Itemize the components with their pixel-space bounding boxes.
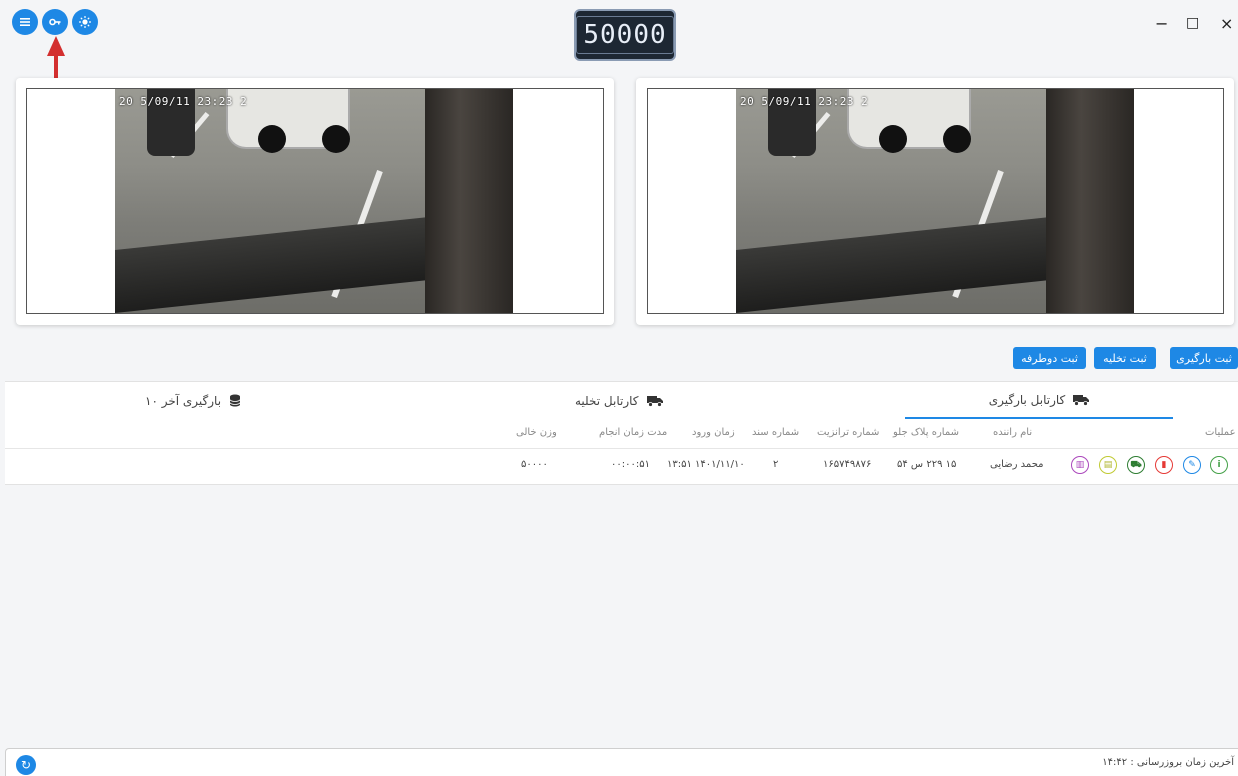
tab-label: کارتابل تخلیه [575,393,639,408]
trash-icon: ▮ [1161,460,1167,470]
info-icon: i [1217,460,1221,470]
col-header-duration: مدت زمان انجام [599,427,668,438]
print-button[interactable]: ▥ [1071,456,1089,474]
pencil-icon: ✎ [1188,460,1196,470]
cell-plate: ۱۵ ۲۲۹ س ۵۴ [897,459,957,470]
tab-last-10-loadings[interactable]: ۱۰ بارگیری آخر [145,382,285,419]
annotation-arrow-head [47,36,65,56]
camera-timestamp-left: 20 5/09/11 23:23 2 [119,95,248,108]
col-header-operations: عملیات [1205,427,1236,438]
database-icon [229,394,241,407]
col-header-document: شماره سند [752,427,800,438]
camera-feed-right: 20 5/09/11 23:23 2 [736,89,1134,313]
document-button[interactable]: ▤ [1099,456,1117,474]
clipboard-icon: ▥ [1075,460,1085,470]
tab-loading-cartable[interactable]: کارتابل بارگیری [905,382,1173,419]
edit-button[interactable]: ✎ [1183,456,1201,474]
cell-document: ۲ [773,459,779,470]
status-bar: ↻ آخرین زمان بروزرسانی : ۱۴:۴۲ [5,748,1238,776]
document-icon: ▤ [1103,460,1113,470]
last-update-label: آخرین زمان بروزرسانی : [1130,757,1234,768]
camera-feed-left: 20 5/09/11 23:23 2 [115,89,513,313]
cell-entry-time: ۱۳:۵۱ ۱۴۰۱/۱۱/۱۰ [667,459,745,470]
refresh-icon: ↻ [20,758,32,772]
col-header-entry-time: زمان ورود [692,427,735,438]
key-icon [49,18,61,26]
sun-icon [79,16,91,28]
maximize-button[interactable]: □ [1186,15,1199,31]
scale-value: 50000 [576,16,674,54]
key-button[interactable] [42,9,68,35]
close-button[interactable]: × [1220,14,1233,33]
loading-table: عملیات نام راننده شماره پلاک جلو شماره ت… [5,419,1238,485]
register-unloading-button[interactable]: ثبت تخلیه [1094,347,1156,369]
tab-unloading-cartable[interactable]: کارتابل تخلیه [575,382,675,419]
scale-display: 50000 [574,9,676,61]
cell-transit: ۱۶۵۷۴۹۸۷۶ [823,459,872,470]
camera-frame-left: 20 5/09/11 23:23 2 [26,88,604,314]
truck-small-icon: ⛟ [1130,459,1142,470]
camera-frame-right: 20 5/09/11 23:23 2 [647,88,1224,314]
col-header-transit: شماره ترانزیت [817,427,880,438]
col-header-empty-weight: وزن خالی [516,427,557,438]
cell-empty-weight: ۵۰۰۰۰ [521,459,548,470]
camera-card-left: 20 5/09/11 23:23 2 [16,78,614,325]
menu-icon [20,18,30,26]
delete-button[interactable]: ▮ [1155,456,1173,474]
menu-button[interactable] [12,9,38,35]
cell-duration: ۰۰:۰۰:۵۱ [611,459,650,470]
last-update-time: ۱۴:۴۲ [1102,757,1128,768]
brightness-button[interactable] [72,9,98,35]
minimize-button[interactable]: − [1155,14,1168,33]
tab-bar: ۱۰ بارگیری آخر کارتابل تخلیه کارتابل بار… [5,381,1238,420]
last-update: آخرین زمان بروزرسانی : ۱۴:۴۲ [1102,757,1234,768]
camera-card-right: 20 5/09/11 23:23 2 [636,78,1234,325]
truck-action-button[interactable]: ⛟ [1127,456,1145,474]
camera-timestamp-right: 20 5/09/11 23:23 2 [740,95,869,108]
col-header-driver: نام راننده [993,427,1033,438]
info-button[interactable]: i [1210,456,1228,474]
truck-loading-icon [1073,394,1090,406]
tab-label: کارتابل بارگیری [988,392,1066,407]
register-two-way-button[interactable]: ثبت دوطرفه [1013,347,1086,369]
register-loading-button[interactable]: ثبت بارگیری [1170,347,1238,369]
cell-driver: محمد رضایی [990,459,1044,470]
refresh-button[interactable]: ↻ [16,755,36,775]
col-header-plate: شماره پلاک جلو [893,427,959,438]
truck-icon [646,395,663,407]
tab-label: ۱۰ بارگیری آخر [145,393,222,408]
